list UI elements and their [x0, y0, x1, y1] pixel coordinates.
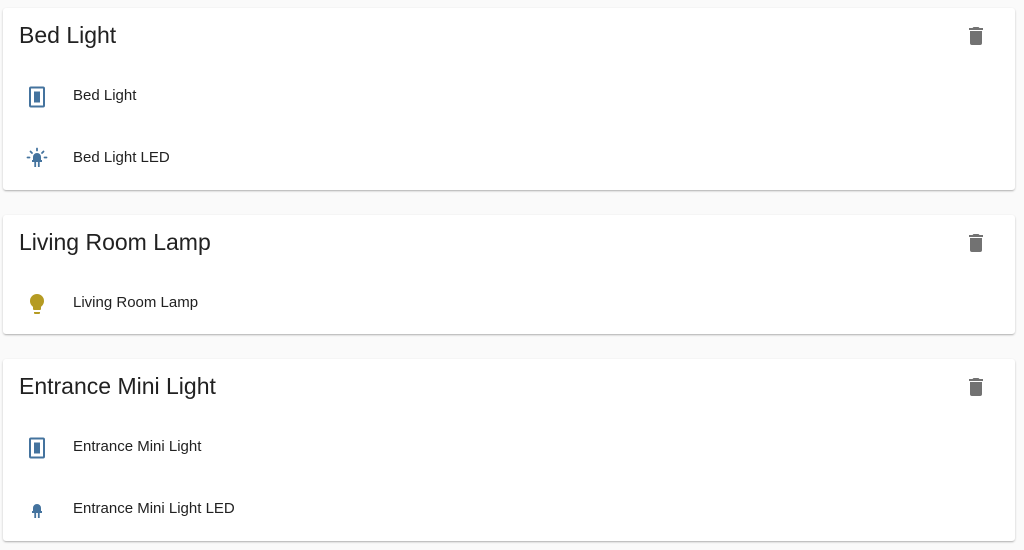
led-icon — [25, 498, 49, 522]
delete-button[interactable] — [960, 227, 992, 259]
entity-name: Living Room Lamp — [73, 294, 199, 311]
delete-button[interactable] — [960, 371, 992, 403]
trash-icon — [969, 378, 983, 396]
device-card-entrance-mini-light: Entrance Mini Light Entrance Mini Light … — [3, 359, 1015, 541]
led-on-icon — [25, 147, 49, 171]
entity-row[interactable]: Entrance Mini Light — [3, 417, 1015, 479]
switch-icon — [25, 85, 49, 109]
device-card-living-room-lamp: Living Room Lamp Living Room Lamp — [3, 215, 1015, 334]
card-title: Bed Light — [19, 22, 117, 48]
card-title: Living Room Lamp — [19, 229, 211, 255]
switch-icon — [25, 436, 49, 460]
entity-name: Bed Light LED — [73, 149, 170, 166]
card-title: Entrance Mini Light — [19, 373, 216, 399]
trash-icon — [969, 234, 983, 252]
entity-name: Entrance Mini Light LED — [73, 500, 235, 517]
entity-row[interactable]: Bed Light LED — [3, 128, 1015, 190]
lightbulb-icon — [25, 292, 49, 316]
trash-icon — [969, 27, 983, 45]
entity-row[interactable]: Entrance Mini Light LED — [3, 479, 1015, 541]
entity-name: Bed Light — [73, 87, 137, 104]
delete-button[interactable] — [960, 20, 992, 52]
device-card-bed-light: Bed Light Bed Light Bed Light LED — [3, 8, 1015, 190]
entity-row[interactable]: Living Room Lamp — [3, 273, 1015, 335]
entity-row[interactable]: Bed Light — [3, 66, 1015, 128]
entity-name: Entrance Mini Light — [73, 438, 202, 455]
